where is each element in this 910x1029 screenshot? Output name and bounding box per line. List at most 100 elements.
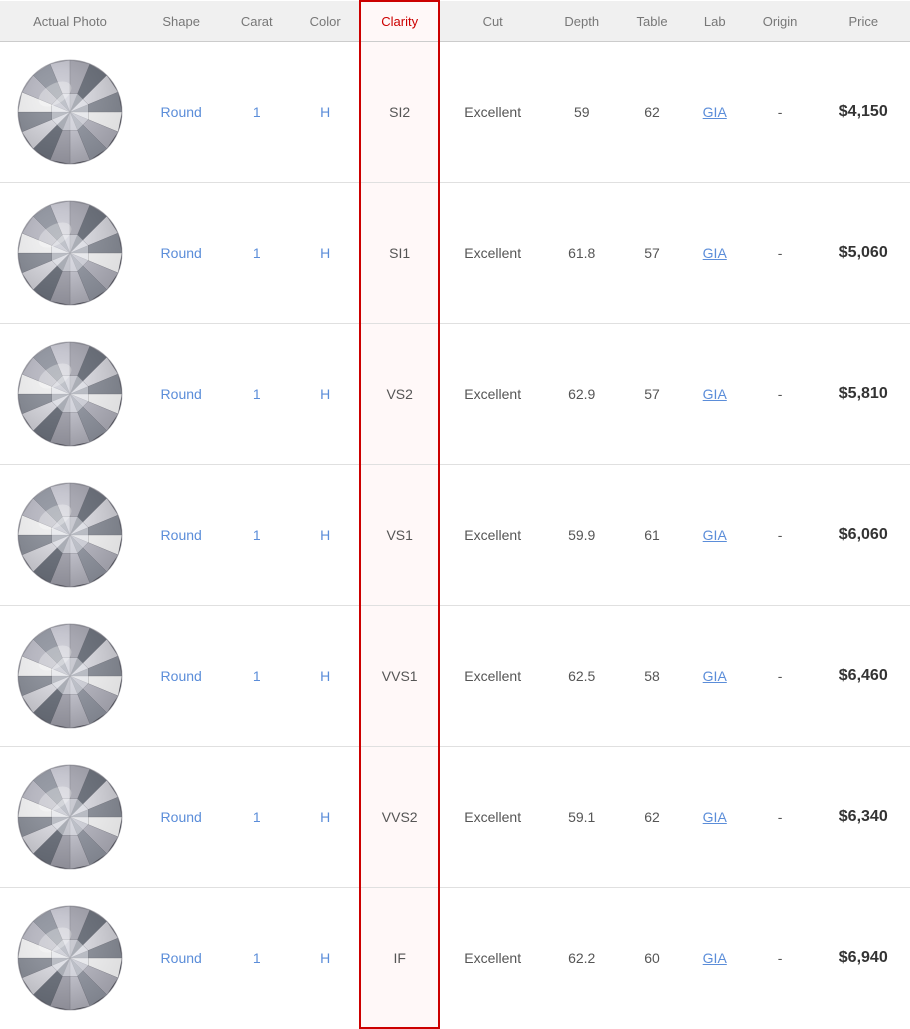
color-cell: H	[291, 183, 360, 324]
origin-cell: -	[744, 42, 817, 183]
table-row: Round 1 H VS1 Excellent 59.9 61 GIA - $6…	[0, 465, 910, 606]
diamond-photo-cell	[0, 465, 140, 606]
shape-cell: Round	[140, 606, 222, 747]
origin-cell: -	[744, 888, 817, 1029]
diamond-table: Actual Photo Shape Carat Color Clarity C…	[0, 0, 910, 1029]
lab-cell[interactable]: GIA	[686, 42, 744, 183]
carat-cell: 1	[222, 324, 291, 465]
lab-cell[interactable]: GIA	[686, 747, 744, 888]
cut-cell: Excellent	[439, 747, 545, 888]
col-header-origin: Origin	[744, 1, 817, 42]
table-row: Round 1 H SI2 Excellent 59 62 GIA - $4,1…	[0, 42, 910, 183]
lab-cell[interactable]: GIA	[686, 606, 744, 747]
shape-cell: Round	[140, 42, 222, 183]
clarity-cell: VVS1	[360, 606, 439, 747]
col-header-color: Color	[291, 1, 360, 42]
col-header-shape: Shape	[140, 1, 222, 42]
col-header-depth: Depth	[545, 1, 618, 42]
col-header-lab: Lab	[686, 1, 744, 42]
cut-cell: Excellent	[439, 888, 545, 1029]
color-cell: H	[291, 888, 360, 1029]
table-val-cell: 57	[618, 324, 686, 465]
diamond-photo-cell	[0, 606, 140, 747]
depth-cell: 61.8	[545, 183, 618, 324]
diamond-image	[15, 198, 125, 308]
diamond-image	[15, 57, 125, 167]
clarity-cell: VS1	[360, 465, 439, 606]
col-header-table: Table	[618, 1, 686, 42]
lab-cell[interactable]: GIA	[686, 888, 744, 1029]
origin-cell: -	[744, 324, 817, 465]
depth-cell: 59.1	[545, 747, 618, 888]
depth-cell: 62.2	[545, 888, 618, 1029]
diamond-photo-cell	[0, 183, 140, 324]
color-cell: H	[291, 465, 360, 606]
diamond-photo-cell	[0, 747, 140, 888]
color-cell: H	[291, 42, 360, 183]
col-header-price: Price	[817, 1, 910, 42]
price-cell: $6,060	[817, 465, 910, 606]
color-cell: H	[291, 324, 360, 465]
clarity-cell: SI2	[360, 42, 439, 183]
table-val-cell: 58	[618, 606, 686, 747]
carat-cell: 1	[222, 42, 291, 183]
color-cell: H	[291, 747, 360, 888]
depth-cell: 59.9	[545, 465, 618, 606]
origin-cell: -	[744, 183, 817, 324]
carat-cell: 1	[222, 183, 291, 324]
shape-cell: Round	[140, 324, 222, 465]
origin-cell: -	[744, 606, 817, 747]
price-cell: $6,940	[817, 888, 910, 1029]
lab-cell[interactable]: GIA	[686, 465, 744, 606]
price-cell: $5,810	[817, 324, 910, 465]
color-cell: H	[291, 606, 360, 747]
diamond-image	[15, 339, 125, 449]
carat-cell: 1	[222, 747, 291, 888]
shape-cell: Round	[140, 888, 222, 1029]
col-header-actual-photo: Actual Photo	[0, 1, 140, 42]
clarity-cell: IF	[360, 888, 439, 1029]
table-row: Round 1 H VS2 Excellent 62.9 57 GIA - $5…	[0, 324, 910, 465]
diamond-table-container: Actual Photo Shape Carat Color Clarity C…	[0, 0, 910, 1029]
cut-cell: Excellent	[439, 465, 545, 606]
diamond-photo-cell	[0, 42, 140, 183]
table-row: Round 1 H IF Excellent 62.2 60 GIA - $6,…	[0, 888, 910, 1029]
price-cell: $5,060	[817, 183, 910, 324]
shape-cell: Round	[140, 183, 222, 324]
col-header-cut: Cut	[439, 1, 545, 42]
carat-cell: 1	[222, 465, 291, 606]
lab-cell[interactable]: GIA	[686, 324, 744, 465]
cut-cell: Excellent	[439, 606, 545, 747]
diamond-image	[15, 903, 125, 1013]
col-header-carat: Carat	[222, 1, 291, 42]
table-val-cell: 62	[618, 747, 686, 888]
price-cell: $6,340	[817, 747, 910, 888]
diamond-photo-cell	[0, 888, 140, 1029]
diamond-photo-cell	[0, 324, 140, 465]
lab-cell[interactable]: GIA	[686, 183, 744, 324]
table-header-row: Actual Photo Shape Carat Color Clarity C…	[0, 1, 910, 42]
origin-cell: -	[744, 465, 817, 606]
col-header-clarity[interactable]: Clarity	[360, 1, 439, 42]
shape-cell: Round	[140, 747, 222, 888]
shape-cell: Round	[140, 465, 222, 606]
table-row: Round 1 H VVS1 Excellent 62.5 58 GIA - $…	[0, 606, 910, 747]
table-val-cell: 62	[618, 42, 686, 183]
price-cell: $6,460	[817, 606, 910, 747]
table-val-cell: 61	[618, 465, 686, 606]
cut-cell: Excellent	[439, 42, 545, 183]
table-row: Round 1 H VVS2 Excellent 59.1 62 GIA - $…	[0, 747, 910, 888]
carat-cell: 1	[222, 888, 291, 1029]
price-cell: $4,150	[817, 42, 910, 183]
cut-cell: Excellent	[439, 183, 545, 324]
origin-cell: -	[744, 747, 817, 888]
depth-cell: 62.5	[545, 606, 618, 747]
diamond-image	[15, 762, 125, 872]
clarity-cell: VVS2	[360, 747, 439, 888]
clarity-cell: VS2	[360, 324, 439, 465]
depth-cell: 59	[545, 42, 618, 183]
cut-cell: Excellent	[439, 324, 545, 465]
diamond-image	[15, 621, 125, 731]
diamond-image	[15, 480, 125, 590]
depth-cell: 62.9	[545, 324, 618, 465]
